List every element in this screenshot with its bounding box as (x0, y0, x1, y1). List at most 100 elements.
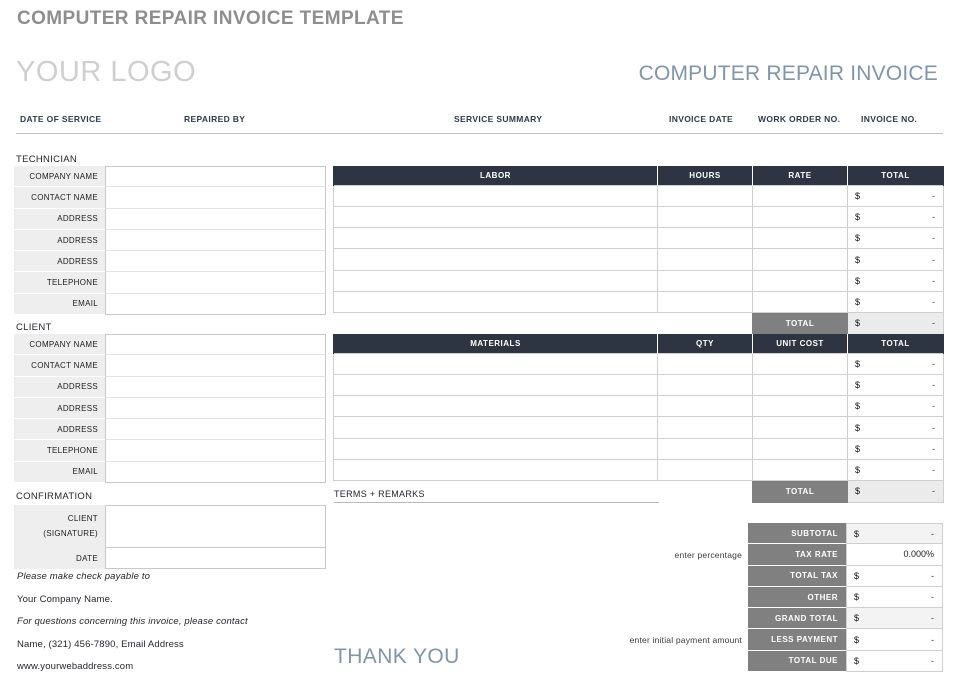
amount-value: - (932, 465, 935, 476)
summary-row-value[interactable]: $ - (846, 608, 943, 630)
cell-rate[interactable] (752, 205, 848, 229)
labor-table: LABOR HOURS RATE TOTAL $ - $ - $ - $ - $ - $ - TOTAL $ - (333, 166, 944, 335)
cell-total: $ - (847, 184, 944, 207)
cell-unit_cost[interactable] (752, 437, 848, 460)
cell-rate[interactable] (752, 269, 848, 292)
summary-row-value[interactable]: 0.000% (846, 544, 943, 566)
thank-you-text: THANK YOU (334, 645, 460, 668)
info-row-input[interactable] (105, 419, 326, 441)
cell-materials[interactable] (333, 458, 658, 482)
cell-materials[interactable] (333, 352, 658, 375)
cell-total: $ - (847, 248, 944, 271)
confirmation-signature-input[interactable] (105, 505, 326, 548)
total-row-label: TOTAL (752, 480, 848, 503)
currency-symbol: $ (854, 528, 860, 539)
currency-symbol: $ (854, 634, 860, 645)
cell-hours[interactable] (657, 205, 753, 229)
cell-materials[interactable] (333, 416, 658, 439)
column-header: TOTAL (847, 166, 944, 185)
info-row: ADDRESS (14, 376, 326, 398)
cell-rate[interactable] (752, 184, 848, 207)
summary-row-value[interactable]: $ - (846, 523, 943, 545)
terms-remarks-input[interactable] (334, 502, 659, 503)
cell-labor[interactable] (333, 205, 658, 229)
cell-rate[interactable] (752, 227, 848, 250)
cell-total: $ - (847, 352, 944, 375)
summary-row-value[interactable]: $ - (846, 586, 943, 609)
info-row-input[interactable] (105, 251, 326, 273)
cell-hours[interactable] (657, 269, 753, 292)
cell-materials[interactable] (333, 437, 658, 460)
terms-remarks-label: TERMS + REMARKS (334, 489, 425, 499)
summary-row-value[interactable]: $ - (846, 565, 943, 587)
info-row: CONTACT NAME (14, 355, 326, 377)
cell-labor[interactable] (333, 248, 658, 271)
column-header: UNIT COST (752, 334, 848, 353)
cell-rate[interactable] (752, 248, 848, 271)
info-row-input[interactable] (105, 272, 326, 294)
amount-value: - (932, 254, 935, 265)
hint-tax-rate: enter percentage (674, 550, 742, 560)
cell-total: $ - (847, 205, 944, 229)
cell-qty[interactable] (657, 458, 753, 482)
cell-labor[interactable] (333, 227, 658, 250)
info-row-input[interactable] (105, 293, 326, 316)
cell-hours[interactable] (657, 184, 753, 207)
footer-text-block: Please make check payable to Your Compan… (17, 571, 347, 684)
info-row: ADDRESS (14, 397, 326, 420)
info-row-input[interactable] (105, 187, 326, 209)
info-row-input[interactable] (105, 397, 326, 420)
table-row: $ - (333, 227, 944, 250)
table-row: $ - (333, 290, 944, 314)
cell-unit_cost[interactable] (752, 352, 848, 375)
footer-line-3: For questions concerning this invoice, p… (17, 616, 248, 627)
info-row-input[interactable] (105, 334, 326, 356)
logo-placeholder[interactable]: YOUR LOGO (16, 56, 196, 89)
summary-row: TOTAL TAX $ - (748, 565, 943, 587)
cell-qty[interactable] (657, 352, 753, 375)
cell-materials[interactable] (333, 373, 658, 397)
cell-qty[interactable] (657, 416, 753, 439)
summary-row-value[interactable]: $ - (846, 629, 943, 651)
info-row-input[interactable] (105, 208, 326, 230)
cell-hours[interactable] (657, 290, 753, 314)
info-row-input[interactable] (105, 376, 326, 398)
confirmation-date-input[interactable] (105, 547, 326, 569)
summary-row-label: OTHER (748, 586, 846, 609)
info-row-label: ADDRESS (14, 419, 105, 441)
cell-total: $ - (847, 290, 944, 314)
cell-hours[interactable] (657, 227, 753, 250)
table-row: $ - (333, 248, 944, 271)
cell-unit_cost[interactable] (752, 458, 848, 482)
cell-rate[interactable] (752, 290, 848, 314)
cell-qty[interactable] (657, 395, 753, 418)
amount-value: - (932, 190, 935, 201)
cell-labor[interactable] (333, 269, 658, 292)
section-label-client: CLIENT (16, 322, 52, 333)
currency-symbol: $ (854, 570, 860, 581)
summary-row-label: TOTAL DUE (748, 650, 846, 673)
cell-unit_cost[interactable] (752, 416, 848, 439)
summary-row-value[interactable]: $ - (846, 650, 943, 673)
cell-total: $ - (847, 416, 944, 439)
table-row: $ - (333, 373, 944, 397)
cell-materials[interactable] (333, 395, 658, 418)
cell-unit_cost[interactable] (752, 395, 848, 418)
table-row: $ - (333, 269, 944, 292)
info-row-input[interactable] (105, 229, 326, 252)
info-row-input[interactable] (105, 461, 326, 484)
info-row-input[interactable] (105, 440, 326, 462)
cell-labor[interactable] (333, 184, 658, 207)
info-row-input[interactable] (105, 355, 326, 377)
cell-labor[interactable] (333, 290, 658, 314)
cell-hours[interactable] (657, 248, 753, 271)
info-row-label: ADDRESS (14, 376, 105, 398)
cell-qty[interactable] (657, 437, 753, 460)
confirmation-client-label: CLIENT (67, 514, 98, 524)
cell-total: $ - (847, 269, 944, 292)
info-row-label: ADDRESS (14, 208, 105, 230)
cell-qty[interactable] (657, 373, 753, 397)
cell-unit_cost[interactable] (752, 373, 848, 397)
info-row-input[interactable] (105, 166, 326, 188)
technician-info-block: COMPANY NAME CONTACT NAME ADDRESS ADDRESS AD… (14, 166, 326, 316)
